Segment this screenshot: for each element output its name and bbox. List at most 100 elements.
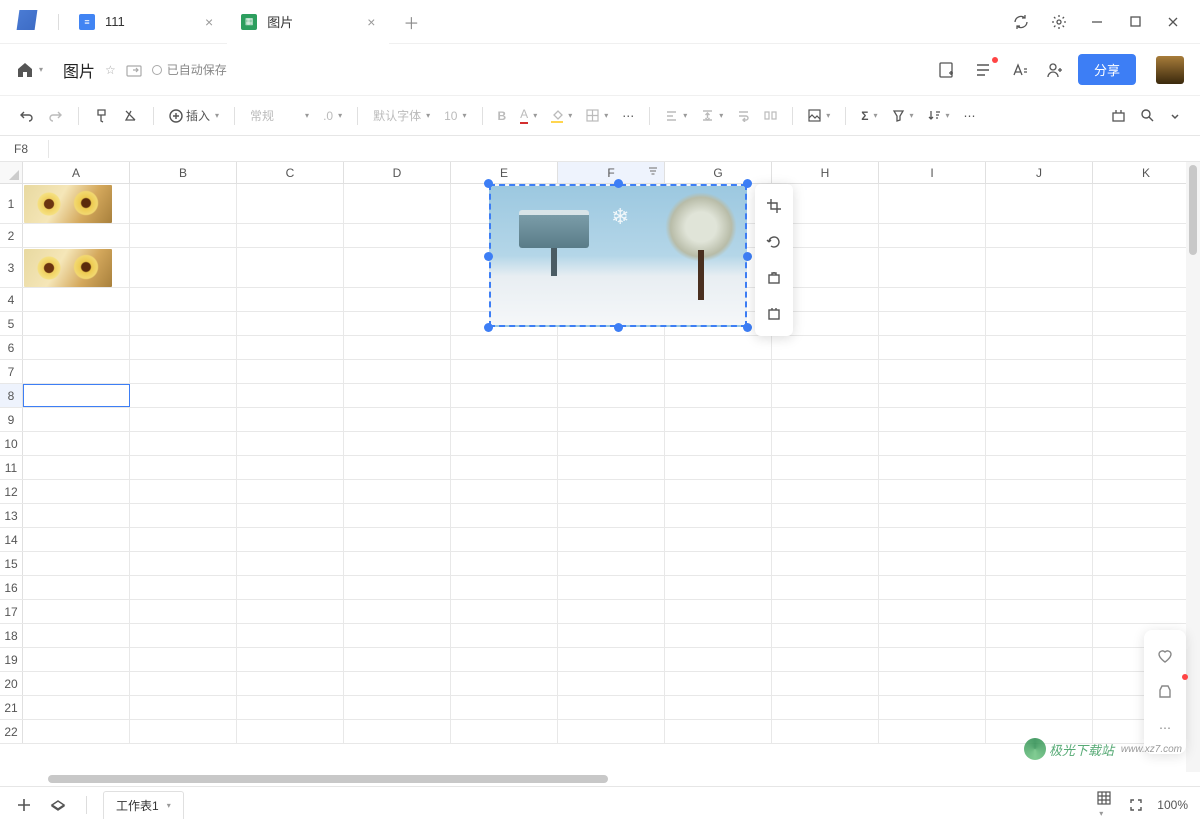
redo-button[interactable] [43, 104, 68, 127]
cell-I19[interactable] [879, 648, 986, 671]
cell-K5[interactable] [1093, 312, 1200, 335]
minimize-button[interactable] [1080, 7, 1114, 37]
cell-K2[interactable] [1093, 224, 1200, 247]
cell-C17[interactable] [237, 600, 344, 623]
cell-K1[interactable] [1093, 184, 1200, 223]
cell-E18[interactable] [451, 624, 558, 647]
cell-D21[interactable] [344, 696, 451, 719]
cell-H6[interactable] [772, 336, 879, 359]
cell-K17[interactable] [1093, 600, 1200, 623]
search-button[interactable] [1135, 104, 1160, 127]
settings-icon[interactable] [1042, 7, 1076, 37]
cell-E8[interactable] [451, 384, 558, 407]
column-header-J[interactable]: J [986, 162, 1093, 183]
cell-B17[interactable] [130, 600, 237, 623]
row-header-4[interactable]: 4 [0, 288, 23, 311]
cell-H18[interactable] [772, 624, 879, 647]
cell-C1[interactable] [237, 184, 344, 223]
cell-A5[interactable] [23, 312, 130, 335]
cell-J10[interactable] [986, 432, 1093, 455]
cell-K4[interactable] [1093, 288, 1200, 311]
row-header-14[interactable]: 14 [0, 528, 23, 551]
cell-J12[interactable] [986, 480, 1093, 503]
resize-handle-br[interactable] [743, 323, 752, 332]
cell-B8[interactable] [130, 384, 237, 407]
cell-A14[interactable] [23, 528, 130, 551]
cell-C18[interactable] [237, 624, 344, 647]
column-header-F[interactable]: F [558, 162, 665, 183]
cell-E20[interactable] [451, 672, 558, 695]
column-header-G[interactable]: G [665, 162, 772, 183]
more-format-button[interactable]: ⋯ [617, 105, 639, 127]
filter-icon[interactable] [648, 166, 658, 176]
cell-G12[interactable] [665, 480, 772, 503]
cell-I8[interactable] [879, 384, 986, 407]
cell-J20[interactable] [986, 672, 1093, 695]
cell-image-thumbnail[interactable] [24, 249, 112, 287]
number-format-select[interactable]: 常规▾ [245, 103, 314, 128]
row-header-20[interactable]: 20 [0, 672, 23, 695]
cell-A3[interactable] [23, 248, 130, 287]
cell-C5[interactable] [237, 312, 344, 335]
cell-K15[interactable] [1093, 552, 1200, 575]
cell-B6[interactable] [130, 336, 237, 359]
cell-J4[interactable] [986, 288, 1093, 311]
cell-D20[interactable] [344, 672, 451, 695]
cell-I13[interactable] [879, 504, 986, 527]
cell-D2[interactable] [344, 224, 451, 247]
cell-I2[interactable] [879, 224, 986, 247]
cell-K11[interactable] [1093, 456, 1200, 479]
cell-H17[interactable] [772, 600, 879, 623]
cell-C19[interactable] [237, 648, 344, 671]
cell-E13[interactable] [451, 504, 558, 527]
insert-button[interactable]: 插入▾ [164, 103, 224, 128]
cell-F18[interactable] [558, 624, 665, 647]
cell-C13[interactable] [237, 504, 344, 527]
cell-I3[interactable] [879, 248, 986, 287]
new-tab-button[interactable]: ＋ [397, 8, 425, 36]
cell-I1[interactable] [879, 184, 986, 223]
cell-A7[interactable] [23, 360, 130, 383]
cell-A4[interactable] [23, 288, 130, 311]
like-button[interactable] [1144, 638, 1186, 674]
bold-button[interactable]: B [493, 105, 512, 127]
cell-F22[interactable] [558, 720, 665, 743]
column-header-K[interactable]: K [1093, 162, 1200, 183]
resize-handle-tl[interactable] [484, 179, 493, 188]
cell-D5[interactable] [344, 312, 451, 335]
cell-H16[interactable] [772, 576, 879, 599]
cell-H9[interactable] [772, 408, 879, 431]
cell-C6[interactable] [237, 336, 344, 359]
cell-K16[interactable] [1093, 576, 1200, 599]
cell-E16[interactable] [451, 576, 558, 599]
cell-J6[interactable] [986, 336, 1093, 359]
align-h-button[interactable]: ▾ [660, 105, 692, 126]
wrap-button[interactable] [732, 105, 755, 126]
cell-C10[interactable] [237, 432, 344, 455]
cell-G21[interactable] [665, 696, 772, 719]
tab-doc-111[interactable]: ≡ 111 × [65, 0, 227, 44]
app-logo[interactable] [18, 10, 42, 34]
cell-C15[interactable] [237, 552, 344, 575]
cell-I14[interactable] [879, 528, 986, 551]
cell-C2[interactable] [237, 224, 344, 247]
cell-A10[interactable] [23, 432, 130, 455]
cell-E9[interactable] [451, 408, 558, 431]
cell-D11[interactable] [344, 456, 451, 479]
text-format-icon[interactable] [1006, 57, 1032, 83]
cell-E7[interactable] [451, 360, 558, 383]
decimal-button[interactable]: .0▾ [318, 105, 347, 127]
cell-C11[interactable] [237, 456, 344, 479]
view-grid-button[interactable]: ▾ [1093, 787, 1115, 823]
cell-G10[interactable] [665, 432, 772, 455]
cell-C22[interactable] [237, 720, 344, 743]
cell-G7[interactable] [665, 360, 772, 383]
cell-K12[interactable] [1093, 480, 1200, 503]
cell-D8[interactable] [344, 384, 451, 407]
cell-J19[interactable] [986, 648, 1093, 671]
cell-A15[interactable] [23, 552, 130, 575]
row-header-18[interactable]: 18 [0, 624, 23, 647]
cell-F20[interactable] [558, 672, 665, 695]
cell-E21[interactable] [451, 696, 558, 719]
cell-F16[interactable] [558, 576, 665, 599]
